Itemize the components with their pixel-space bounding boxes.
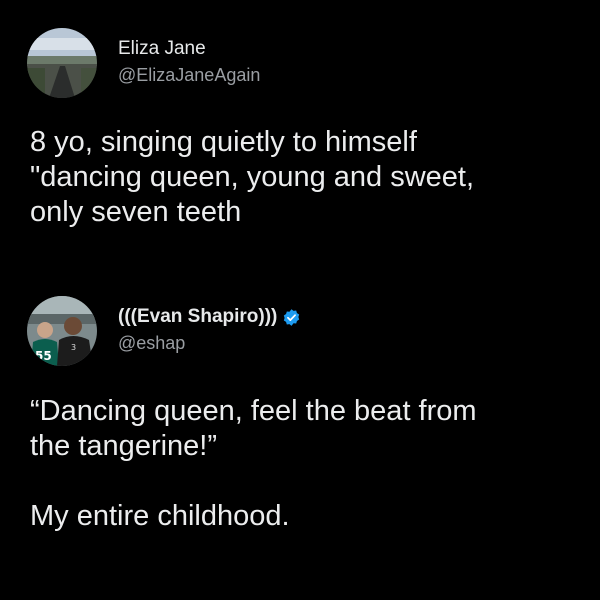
tweet-header: Eliza Jane @ElizaJaneAgain bbox=[0, 28, 600, 100]
user-handle[interactable]: @ElizaJaneAgain bbox=[118, 64, 260, 86]
display-name[interactable]: (((Evan Shapiro))) bbox=[118, 306, 301, 328]
tweet-text-line: only seven teeth bbox=[30, 196, 242, 228]
tweet-text-line: 8 yo, singing quietly to himself bbox=[30, 126, 417, 158]
quoted-tweet: Eliza Jane @ElizaJaneAgain 8 yo, singing… bbox=[0, 28, 600, 228]
tweet-text-line: the tangerine!” bbox=[30, 430, 218, 462]
user-handle[interactable]: @eshap bbox=[118, 332, 301, 354]
avatar[interactable]: 55 3 bbox=[27, 296, 97, 366]
tweet-text-spacer bbox=[30, 464, 590, 499]
verified-badge-icon bbox=[282, 308, 301, 327]
people-photo-icon: 55 3 bbox=[27, 296, 97, 366]
display-name-text[interactable]: (((Evan Shapiro))) bbox=[118, 306, 277, 328]
main-tweet: 55 3 (((Evan Shapiro))) @eshap “Dancing … bbox=[0, 296, 600, 532]
tweet-text-line: "dancing queen, young and sweet, bbox=[30, 161, 475, 193]
svg-text:55: 55 bbox=[35, 349, 52, 363]
author-names: Eliza Jane @ElizaJaneAgain bbox=[118, 38, 260, 86]
author-names: (((Evan Shapiro))) @eshap bbox=[118, 306, 301, 354]
tweet-text-line: My entire childhood. bbox=[30, 500, 290, 532]
avatar[interactable] bbox=[27, 28, 97, 98]
display-name[interactable]: Eliza Jane bbox=[118, 38, 260, 60]
svg-text:3: 3 bbox=[71, 343, 76, 352]
tweet-header: 55 3 (((Evan Shapiro))) @eshap bbox=[0, 296, 600, 368]
tweet-text: “Dancing queen, feel the beat from the t… bbox=[30, 394, 590, 534]
tweet-text: 8 yo, singing quietly to himself "dancin… bbox=[30, 125, 590, 230]
tweet-text-line: “Dancing queen, feel the beat from bbox=[30, 395, 477, 427]
landscape-photo-icon bbox=[27, 28, 97, 98]
